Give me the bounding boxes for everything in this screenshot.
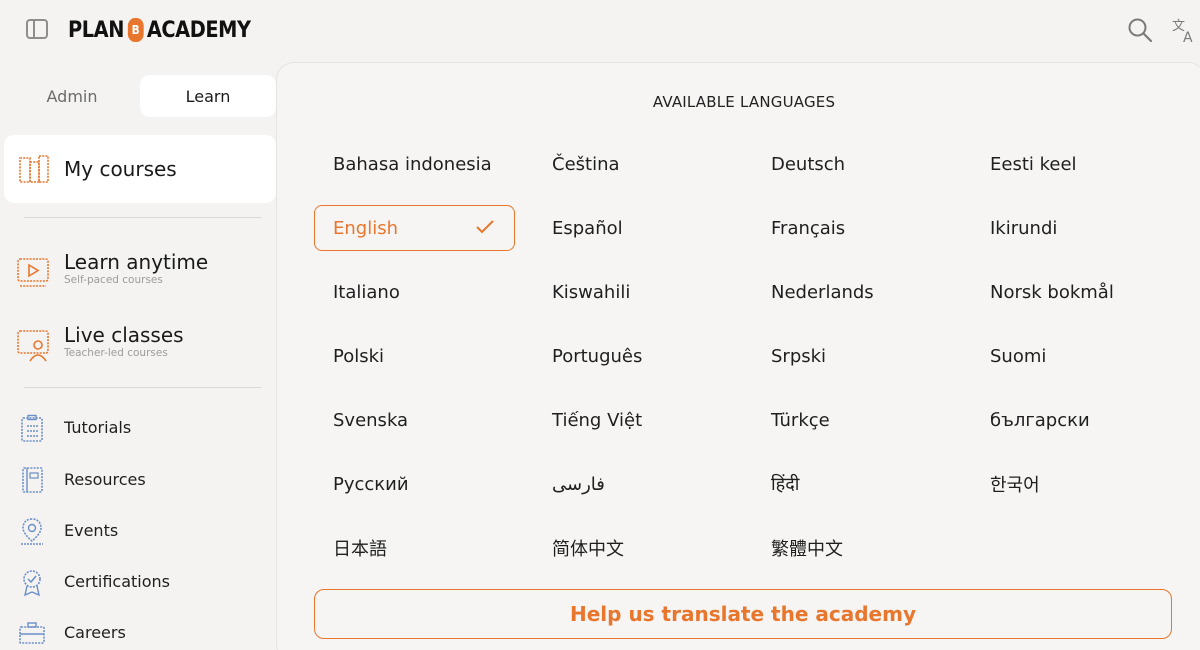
learn-anytime-label: Learn anytime: [64, 250, 209, 274]
briefcase-icon: [19, 622, 45, 644]
language-option[interactable]: Srpski: [752, 333, 953, 379]
my-courses-label: My courses: [64, 157, 177, 181]
certificate-icon: [23, 570, 41, 596]
language-option[interactable]: Español: [533, 205, 734, 251]
search-icon[interactable]: [1127, 17, 1153, 43]
language-option[interactable]: български: [971, 397, 1172, 443]
language-option[interactable]: Tiếng Việt: [533, 397, 734, 443]
language-option[interactable]: 简体中文: [533, 525, 734, 571]
language-option[interactable]: Türkçe: [752, 397, 953, 443]
language-option[interactable]: Italiano: [314, 269, 515, 315]
language-option[interactable]: Bahasa indonesia: [314, 141, 515, 187]
languages-panel: AVAILABLE LANGUAGES Bahasa indonesia Češt…: [276, 62, 1200, 650]
clipboard-icon: [21, 414, 43, 442]
language-option[interactable]: 日本語: [314, 525, 515, 571]
logo-text-left: PLAN: [68, 17, 124, 43]
sidebar-divider: [24, 387, 262, 388]
sidebar-item-my-courses[interactable]: My courses: [4, 135, 276, 203]
translate-icon[interactable]: 文 A: [1171, 16, 1199, 44]
language-option[interactable]: Svenska: [314, 397, 515, 443]
location-pin-icon: [21, 518, 43, 545]
svg-text:A: A: [1183, 30, 1193, 44]
events-label: Events: [64, 521, 119, 540]
logo-badge: B: [127, 18, 144, 42]
certifications-label: Certifications: [64, 572, 170, 591]
language-option[interactable]: English: [314, 205, 515, 251]
resources-label: Resources: [64, 470, 146, 489]
sidebar-divider: [24, 217, 262, 218]
language-label: English: [333, 217, 398, 239]
sidebar-item-events[interactable]: Events: [0, 513, 276, 553]
sidebar-item-tutorials[interactable]: Tutorials: [0, 410, 276, 450]
language-option[interactable]: فارسی: [533, 461, 734, 507]
language-option[interactable]: 한국어: [971, 461, 1172, 507]
video-icon: [17, 258, 49, 287]
teacher-icon: [17, 330, 49, 362]
language-option[interactable]: Norsk bokmål: [971, 269, 1172, 315]
sidebar-item-live-classes[interactable]: Live classes Teacher-led courses: [0, 323, 276, 379]
language-option[interactable]: Ikirundi: [971, 205, 1172, 251]
logo-text-right: ACADEMY: [146, 17, 251, 43]
sidebar-item-learn-anytime[interactable]: Learn anytime Self-paced courses: [0, 250, 276, 306]
learn-anytime-subtitle: Self-paced courses: [64, 274, 163, 286]
sidebar-item-careers[interactable]: Careers: [0, 615, 276, 650]
language-option[interactable]: Eesti keel: [971, 141, 1172, 187]
sidebar-item-certifications[interactable]: Certifications: [0, 564, 276, 604]
sidebar-toggle-icon[interactable]: [26, 19, 48, 39]
live-classes-subtitle: Teacher-led courses: [64, 347, 168, 359]
language-option[interactable]: Kiswahili: [533, 269, 734, 315]
panel-title: AVAILABLE LANGUAGES: [652, 93, 836, 111]
careers-label: Careers: [64, 623, 126, 642]
sidebar-tabs: Admin Learn: [4, 75, 276, 117]
live-classes-label: Live classes: [64, 323, 184, 347]
language-option[interactable]: 繁體中文: [752, 525, 953, 571]
language-option[interactable]: Suomi: [971, 333, 1172, 379]
language-option[interactable]: Português: [533, 333, 734, 379]
language-option[interactable]: Polski: [314, 333, 515, 379]
language-option[interactable]: Čeština: [533, 141, 734, 187]
language-option[interactable]: Русский: [314, 461, 515, 507]
language-option[interactable]: हिंदी: [752, 461, 953, 507]
checkmark-icon: [476, 220, 494, 234]
tab-learn[interactable]: Learn: [140, 75, 276, 117]
help-translate-button[interactable]: Help us translate the academy: [314, 589, 1172, 639]
tab-admin[interactable]: Admin: [4, 75, 140, 117]
language-option[interactable]: Français: [752, 205, 953, 251]
courses-icon: [19, 155, 49, 183]
book-icon: [22, 467, 43, 493]
top-bar: PLAN B ACADEMY 文 A: [0, 0, 1200, 60]
plan-b-academy-logo[interactable]: PLAN B ACADEMY: [68, 14, 251, 46]
language-option[interactable]: Deutsch: [752, 141, 953, 187]
tutorials-label: Tutorials: [64, 418, 132, 437]
language-option[interactable]: Nederlands: [752, 269, 953, 315]
sidebar-item-resources[interactable]: Resources: [0, 462, 276, 502]
